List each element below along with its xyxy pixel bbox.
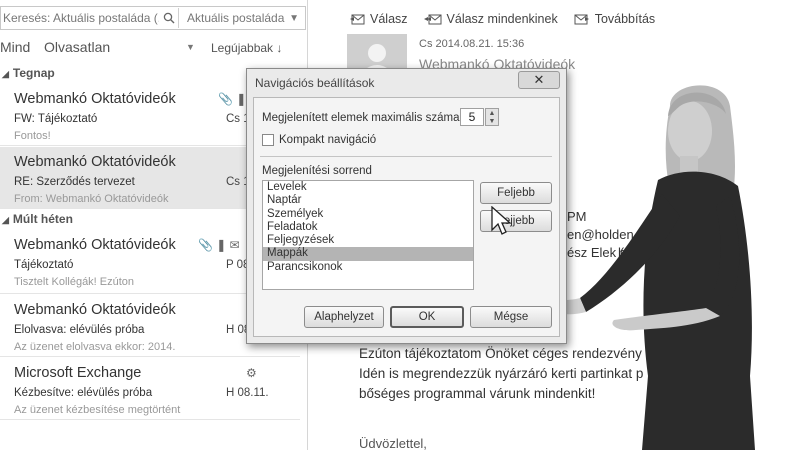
message-from: Webmankó Oktatóvideók: [14, 237, 176, 253]
message-preview: Fontos!: [14, 130, 51, 142]
order-item-selected[interactable]: Mappák: [263, 247, 473, 261]
message-header-date: Cs 2014.08.21. 15:36: [419, 38, 525, 50]
reply-label: Válasz: [370, 12, 408, 26]
message-subject: Elolvasva: elévülés próba: [14, 324, 145, 336]
delivery-receipt-icon: ⚙: [246, 366, 257, 380]
max-items-input[interactable]: 5: [460, 108, 484, 126]
message-item[interactable]: Microsoft Exchange ⚙ Kézbesítve: elévülé…: [0, 358, 300, 420]
presenter-photo: [534, 85, 755, 450]
reply-all-icon: [423, 14, 442, 25]
reset-button[interactable]: Alaphelyzet: [304, 306, 384, 328]
close-icon: ✕: [533, 72, 545, 87]
order-item[interactable]: Naptár: [263, 194, 473, 207]
collapse-triangle-icon: ◢: [2, 215, 9, 225]
body-greeting: Üdvözlettel,: [359, 436, 427, 450]
dialog-title: Navigációs beállítások: [255, 76, 375, 90]
reply-all-button[interactable]: Válasz mindenkinek: [423, 12, 558, 26]
order-item[interactable]: Levelek: [263, 181, 473, 194]
search-input[interactable]: Keresés: Aktuális postaláda (...: [1, 11, 159, 25]
mouse-cursor-icon: [491, 206, 512, 235]
message-from: Webmankó Oktatóvideók: [14, 154, 176, 170]
message-date: H 08.11.: [226, 387, 269, 399]
navigation-options-dialog: Navigációs beállítások ✕ Megjelenített e…: [246, 68, 567, 344]
forward-label: Továbbítás: [594, 12, 656, 26]
message-subject: Tájékoztató: [14, 259, 74, 271]
attachment-icon: 📎 ❚ ✉: [198, 238, 240, 252]
sort-label: Legújabbak: [211, 41, 274, 55]
filter-dropdown-icon[interactable]: ▼: [186, 42, 195, 52]
person-icon-head: [368, 44, 386, 62]
spin-up-icon[interactable]: ▲: [489, 110, 496, 117]
reply-icon: [350, 14, 365, 25]
message-preview: Az üzenet kézbesítése megtörtént: [14, 404, 181, 416]
cancel-button[interactable]: Mégse: [470, 306, 552, 328]
order-item[interactable]: Feljegyzések: [263, 234, 473, 247]
forward-button[interactable]: Továbbítás: [574, 12, 655, 26]
max-items-spinner[interactable]: ▲ ▼: [485, 108, 499, 126]
filter-bar: Mind Olvasatlan ▼ Legújabbak ↓: [0, 38, 300, 58]
message-subject: FW: Tájékoztató: [14, 113, 98, 125]
collapse-triangle-icon: ◢: [2, 69, 9, 79]
sort-arrow-icon: ↓: [276, 41, 283, 55]
search-icon[interactable]: [159, 8, 179, 28]
order-item[interactable]: Parancsikonok: [263, 261, 473, 274]
message-subject: Kézbesítve: elévülés próba: [14, 387, 153, 399]
message-preview: Az üzenet elolvasva ekkor: 2014.: [14, 341, 176, 353]
chevron-down-icon[interactable]: ▼: [289, 13, 305, 24]
order-item[interactable]: Feladatok: [263, 221, 473, 234]
search-scope-dropdown[interactable]: Aktuális postaláda: [179, 11, 289, 25]
group-label: Múlt héten: [12, 212, 73, 226]
filter-unread[interactable]: Olvasatlan: [44, 39, 110, 55]
message-subject: RE: Szerződés tervezet: [14, 176, 135, 188]
forward-icon: [574, 14, 589, 25]
display-order-label: Megjelenítési sorrend: [262, 165, 372, 177]
reply-all-label: Válasz mindenkinek: [446, 12, 558, 26]
compact-navigation-checkbox[interactable]: Kompakt navigáció: [262, 134, 376, 146]
sort-button[interactable]: Legújabbak ↓: [211, 41, 282, 55]
filter-all[interactable]: Mind: [0, 39, 30, 55]
message-from: Webmankó Oktatóvideók: [14, 302, 176, 318]
reply-button[interactable]: Válasz: [349, 12, 408, 26]
checkbox-box[interactable]: [262, 134, 274, 146]
divider: [260, 156, 552, 157]
move-up-button[interactable]: Feljebb: [480, 182, 552, 204]
max-items-label: Megjelenített elemek maximális száma:: [262, 112, 463, 124]
group-label: Tegnap: [12, 66, 55, 80]
dialog-content: Megjelenített elemek maximális száma: 5 …: [253, 97, 560, 337]
ok-button[interactable]: OK: [390, 306, 464, 328]
attachment-icon: 📎 ❚: [218, 92, 247, 106]
message-from: Microsoft Exchange: [14, 365, 142, 381]
order-item[interactable]: Személyek: [263, 208, 473, 221]
message-preview: From: Webmankó Oktatóvideók: [14, 193, 169, 205]
close-button[interactable]: ✕: [518, 71, 560, 89]
compact-navigation-label: Kompakt navigáció: [279, 134, 377, 146]
message-preview: Tisztelt Kollégák! Ezúton: [14, 276, 135, 288]
message-from: Webmankó Oktatóvideók: [14, 91, 176, 107]
search-box[interactable]: Keresés: Aktuális postaláda (... Aktuáli…: [0, 6, 306, 30]
display-order-list[interactable]: Levelek Naptár Személyek Feladatok Felje…: [262, 180, 474, 290]
spin-down-icon[interactable]: ▼: [489, 118, 496, 125]
reply-toolbar: Válasz Válasz mindenkinek Továbbítás: [349, 12, 655, 26]
